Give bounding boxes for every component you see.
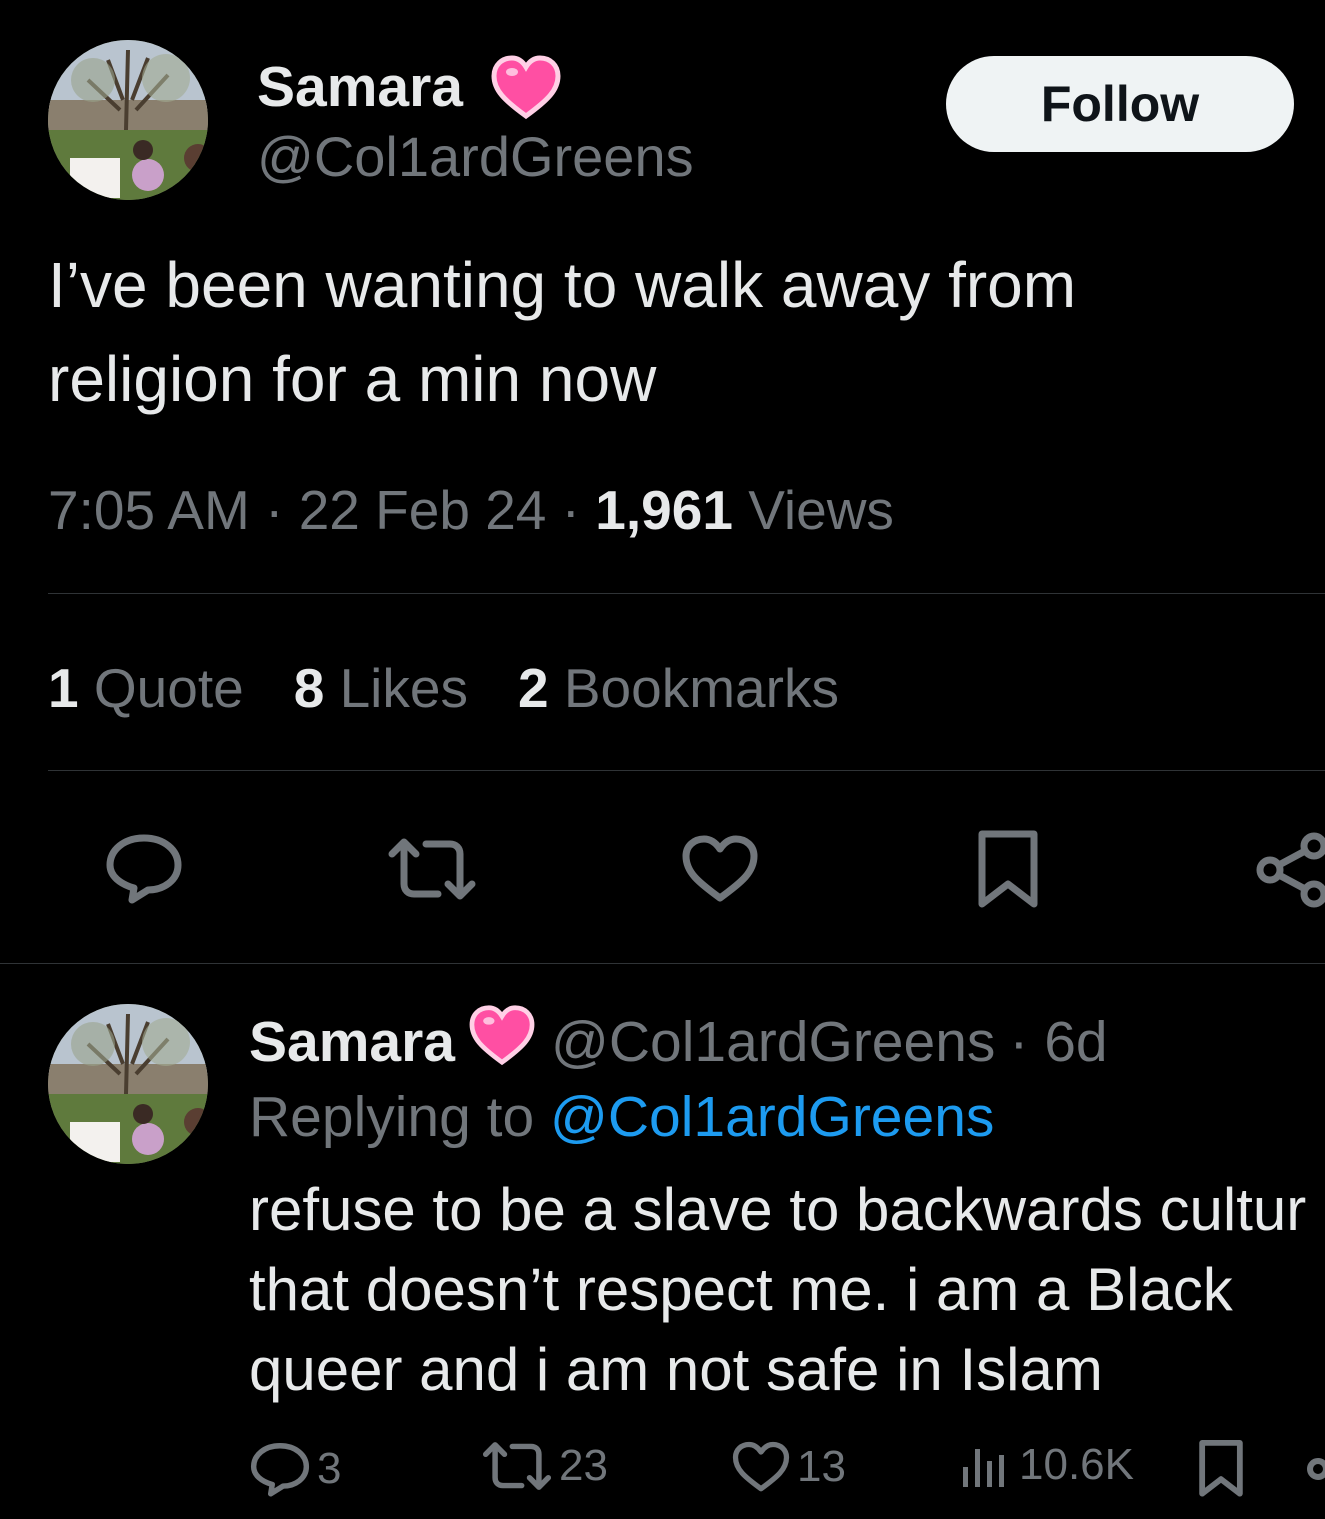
reply-icon[interactable] (104, 832, 184, 909)
analytics-bar-icon (963, 1449, 1004, 1487)
replying-prefix: Replying to (249, 1085, 535, 1149)
reply-retweet-button[interactable]: 23 (481, 1440, 608, 1492)
divider (48, 770, 1325, 771)
replying-mention-link[interactable]: @Col1ardGreens (550, 1085, 994, 1149)
tweet-text: I’ve been wanting to walk away from reli… (48, 238, 1308, 426)
replying-to: Replying to @Col1ardGreens (249, 1084, 994, 1150)
bookmarks-stat[interactable]: 2 Bookmarks (518, 656, 839, 720)
pink-heart-emoji-icon (467, 1004, 537, 1080)
meta-separator: · (561, 479, 580, 541)
reply-icon (250, 1443, 310, 1497)
likes-count: 8 (293, 657, 325, 719)
bookmarks-count: 2 (517, 657, 549, 719)
reply-views-button[interactable]: 10.6K (957, 1440, 1134, 1490)
share-icon (1307, 1458, 1325, 1480)
bookmark-icon[interactable] (976, 830, 1040, 915)
bookmarks-label: Bookmarks (563, 657, 839, 719)
reply-reply-button[interactable]: 3 (249, 1440, 341, 1498)
reply-header: Samara @Col1ardGreens · 6d (249, 1004, 1108, 1080)
likes-stat[interactable]: 8 Likes (294, 656, 468, 720)
tweet-separator (0, 963, 1325, 964)
quotes-count: 1 (48, 657, 79, 719)
heart-icon[interactable] (680, 834, 760, 909)
tweet-text-line: I’ve been wanting to walk away from (48, 249, 1077, 321)
reply-text: refuse to be a slave to backwards cultur… (249, 1170, 1325, 1410)
reply-author-name[interactable]: Samara (249, 1009, 455, 1075)
tweet-time[interactable]: 7:05 AM (48, 479, 250, 541)
views-count: 1,961 (595, 479, 733, 541)
divider (48, 593, 1325, 594)
tweet-stats: 1 Quote 8 Likes 2 Bookmarks (48, 656, 889, 720)
views-label: Views (748, 479, 894, 541)
reply-time-ago[interactable]: · 6d (1009, 1009, 1107, 1075)
likes-label: Likes (339, 657, 468, 719)
like-count: 13 (797, 1442, 846, 1491)
reply-text-line: refuse to be a slave to backwards cultur (249, 1176, 1307, 1243)
reply-bookmark-button[interactable] (1197, 1440, 1245, 1498)
reply-share-button[interactable] (1303, 1440, 1325, 1498)
author-name[interactable]: Samara (257, 54, 463, 120)
quotes-label: Quote (93, 657, 244, 719)
tweet-date[interactable]: 22 Feb 24 (299, 479, 547, 541)
view-count: 10.6K (1019, 1440, 1134, 1489)
reply-like-button[interactable]: 13 (731, 1440, 846, 1494)
reply-author-handle[interactable]: @Col1ardGreens (551, 1009, 995, 1075)
author-handle[interactable]: @Col1ardGreens (257, 124, 694, 190)
retweet-count: 23 (559, 1441, 608, 1490)
reply-author-avatar[interactable] (48, 1004, 208, 1164)
tweet-meta: 7:05 AM · 22 Feb 24 · 1,961 Views (48, 476, 894, 544)
retweet-icon (482, 1442, 552, 1490)
follow-button[interactable]: Follow (946, 56, 1294, 152)
reply-count: 3 (317, 1444, 342, 1493)
retweet-icon[interactable] (386, 836, 478, 907)
reply-text-line: that doesn’t respect me. i am a Black (249, 1256, 1233, 1323)
pink-heart-emoji-icon (490, 54, 562, 125)
tweet-text-line: religion for a min now (48, 343, 657, 415)
meta-separator: · (265, 479, 284, 541)
reply-action-bar: 3 23 13 10.6K (249, 1440, 1325, 1510)
bookmark-icon (1199, 1440, 1243, 1497)
author-avatar[interactable] (48, 40, 208, 200)
share-icon[interactable] (1256, 832, 1325, 913)
quotes-stat[interactable]: 1 Quote (48, 656, 244, 720)
heart-icon (732, 1441, 790, 1492)
reply-text-line: queer and i am not safe in Islam (249, 1336, 1103, 1403)
